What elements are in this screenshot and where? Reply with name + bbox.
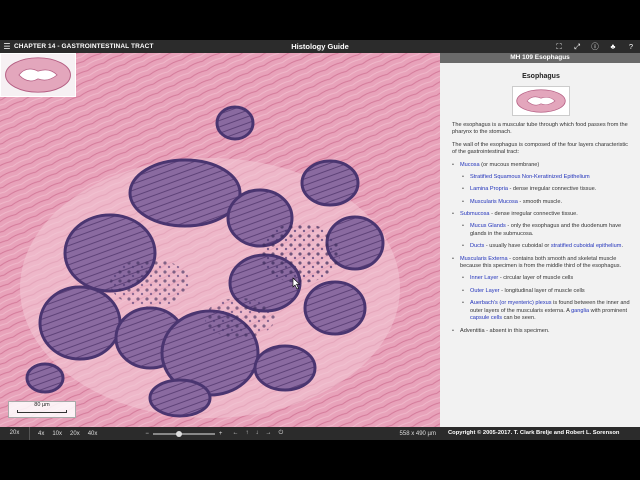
panel-title: Esophagus	[522, 73, 560, 80]
list-item: Mucosa (or mucous membrane) Stratified S…	[452, 162, 630, 206]
muscularis-externa-link[interactable]: Muscularis Externa	[460, 256, 508, 262]
reset-icon[interactable]: ⏻	[278, 430, 283, 437]
scale-line	[17, 410, 67, 413]
list-text: can be seen.	[502, 315, 536, 322]
zoom-slider[interactable]	[152, 430, 215, 437]
mucosa-link[interactable]: Mucosa	[460, 162, 480, 168]
info-icon[interactable]: ⓘ	[590, 41, 600, 52]
arrow-left-icon[interactable]: ←	[232, 430, 238, 437]
zoom-levels: 4x 10x 20x 40x	[38, 431, 97, 437]
zoom-10x-button[interactable]: 10x	[52, 431, 62, 437]
arrow-up-icon[interactable]: ↑	[245, 430, 248, 437]
auerbach-plexus-link[interactable]: Auerbach's (or myenteric) plexus	[470, 300, 552, 306]
top-icons: ⛶ ⤢ ⓘ ♣ ?	[554, 40, 636, 53]
list-item: Muscularis Mucosa - smooth muscle.	[462, 199, 630, 207]
mucus-glands-link[interactable]: Mucus Glands	[470, 223, 506, 229]
scale-bar: 80 µm	[8, 401, 76, 418]
copyright-footer: Copyright © 2005-2017. T. Clark Brelje a…	[440, 427, 640, 440]
layer-list: Mucosa (or mucous membrane) Stratified S…	[452, 162, 630, 336]
menu-icon[interactable]: ☰	[0, 42, 14, 51]
zoom-4x-button[interactable]: 4x	[38, 431, 44, 437]
notification-icon[interactable]: ♣	[608, 42, 618, 51]
list-item: Adventitia - absent in this specimen.	[452, 328, 630, 336]
muscularis-mucosa-link[interactable]: Muscularis Mucosa	[470, 199, 518, 205]
list-item: Lamina Propria - dense irregular connect…	[462, 186, 630, 194]
outer-layer-link[interactable]: Outer Layer	[470, 288, 500, 294]
intro-text-2: The wall of the esophagus is composed of…	[452, 141, 628, 156]
list-item: Mucus Glands - only the esophagus and th…	[462, 223, 630, 238]
list-item: Stratified Squamous Non-Keratinized Epit…	[462, 174, 630, 182]
slide-viewer[interactable]: 80 µm	[0, 53, 440, 427]
epithelium-link[interactable]: Stratified Squamous Non-Keratinized Epit…	[470, 174, 590, 180]
list-item: Submucosa - dense irregular connective t…	[452, 211, 630, 250]
list-item: Inner Layer - circular layer of muscle c…	[462, 275, 630, 283]
list-text: - usually have cuboidal or	[484, 243, 551, 250]
list-item: Auerbach's (or myenteric) plexus is foun…	[462, 300, 630, 323]
adventitia-text: Adventitia - absent in this specimen.	[460, 327, 550, 334]
info-panel: MH 109 Esophagus Esophagus The esophagus…	[440, 53, 640, 427]
stratified-cuboidal-link[interactable]: stratified cuboidal epithelium	[551, 243, 622, 249]
list-text: - circular layer of muscle cells	[498, 274, 574, 281]
list-text: (or mucous membrane)	[479, 161, 540, 168]
list-item: Outer Layer - longitudinal layer of musc…	[462, 288, 630, 296]
capsule-cells-link[interactable]: capsule cells	[470, 315, 502, 321]
specimen-thumbnail[interactable]	[512, 85, 570, 116]
ducts-link[interactable]: Ducts	[470, 243, 484, 249]
zoom-out-button[interactable]: −	[145, 431, 149, 437]
inner-layer-link[interactable]: Inner Layer	[470, 275, 498, 281]
list-text: - longitudinal layer of muscle cells	[499, 287, 585, 294]
panel-body: Esophagus The esophagus is a muscular tu…	[440, 63, 640, 335]
zoom-slider-knob[interactable]	[176, 430, 183, 437]
list-text: - dense irregular connective tissue.	[489, 211, 578, 218]
histology-app: ☰ CHAPTER 14 - GASTROINTESTINAL TRACT Hi…	[0, 40, 640, 440]
intro-text-1: The esophagus is a muscular tube through…	[452, 121, 628, 136]
scale-label: 80 µm	[34, 402, 50, 408]
fullscreen-icon[interactable]: ⛶	[554, 42, 564, 52]
bottom-toolbar: 20x 4x 10x 20x 40x − + ← ↑ ↓ → ⏻ 558 x 4…	[0, 427, 440, 440]
help-icon[interactable]: ?	[626, 42, 636, 51]
panel-header: MH 109 Esophagus	[440, 53, 640, 63]
expand-icon[interactable]: ⤢	[572, 42, 582, 52]
list-text: - smooth muscle.	[517, 198, 563, 205]
arrow-down-icon[interactable]: ↓	[255, 430, 258, 437]
chapter-title[interactable]: CHAPTER 14 - GASTROINTESTINAL TRACT	[14, 43, 154, 50]
list-item: Muscularis Externa - contains both smoot…	[452, 256, 630, 323]
slide-thumbnail[interactable]	[0, 53, 76, 97]
top-bar: ☰ CHAPTER 14 - GASTROINTESTINAL TRACT Hi…	[0, 40, 640, 53]
view-dimensions: 558 x 490 µm	[399, 430, 436, 437]
slide-image	[0, 53, 440, 427]
zoom-in-button[interactable]: +	[219, 431, 223, 437]
arrow-right-icon[interactable]: →	[265, 430, 271, 437]
list-item: Ducts - usually have cuboidal or stratif…	[462, 243, 630, 251]
submucosa-link[interactable]: Submucosa	[460, 211, 490, 217]
zoom-20x-button[interactable]: 20x	[70, 431, 80, 437]
list-text: with prominent	[589, 307, 628, 314]
list-text: .	[621, 243, 624, 250]
lamina-propria-link[interactable]: Lamina Propria	[470, 186, 508, 192]
ganglia-link[interactable]: ganglia	[571, 308, 589, 314]
zoom-40x-button[interactable]: 40x	[88, 431, 98, 437]
nav-buttons: ← ↑ ↓ → ⏻	[232, 430, 283, 437]
current-zoom: 20x	[0, 427, 30, 440]
zoom-slider-group: − +	[145, 430, 223, 437]
list-text: - dense irregular connective tissue.	[507, 186, 597, 193]
